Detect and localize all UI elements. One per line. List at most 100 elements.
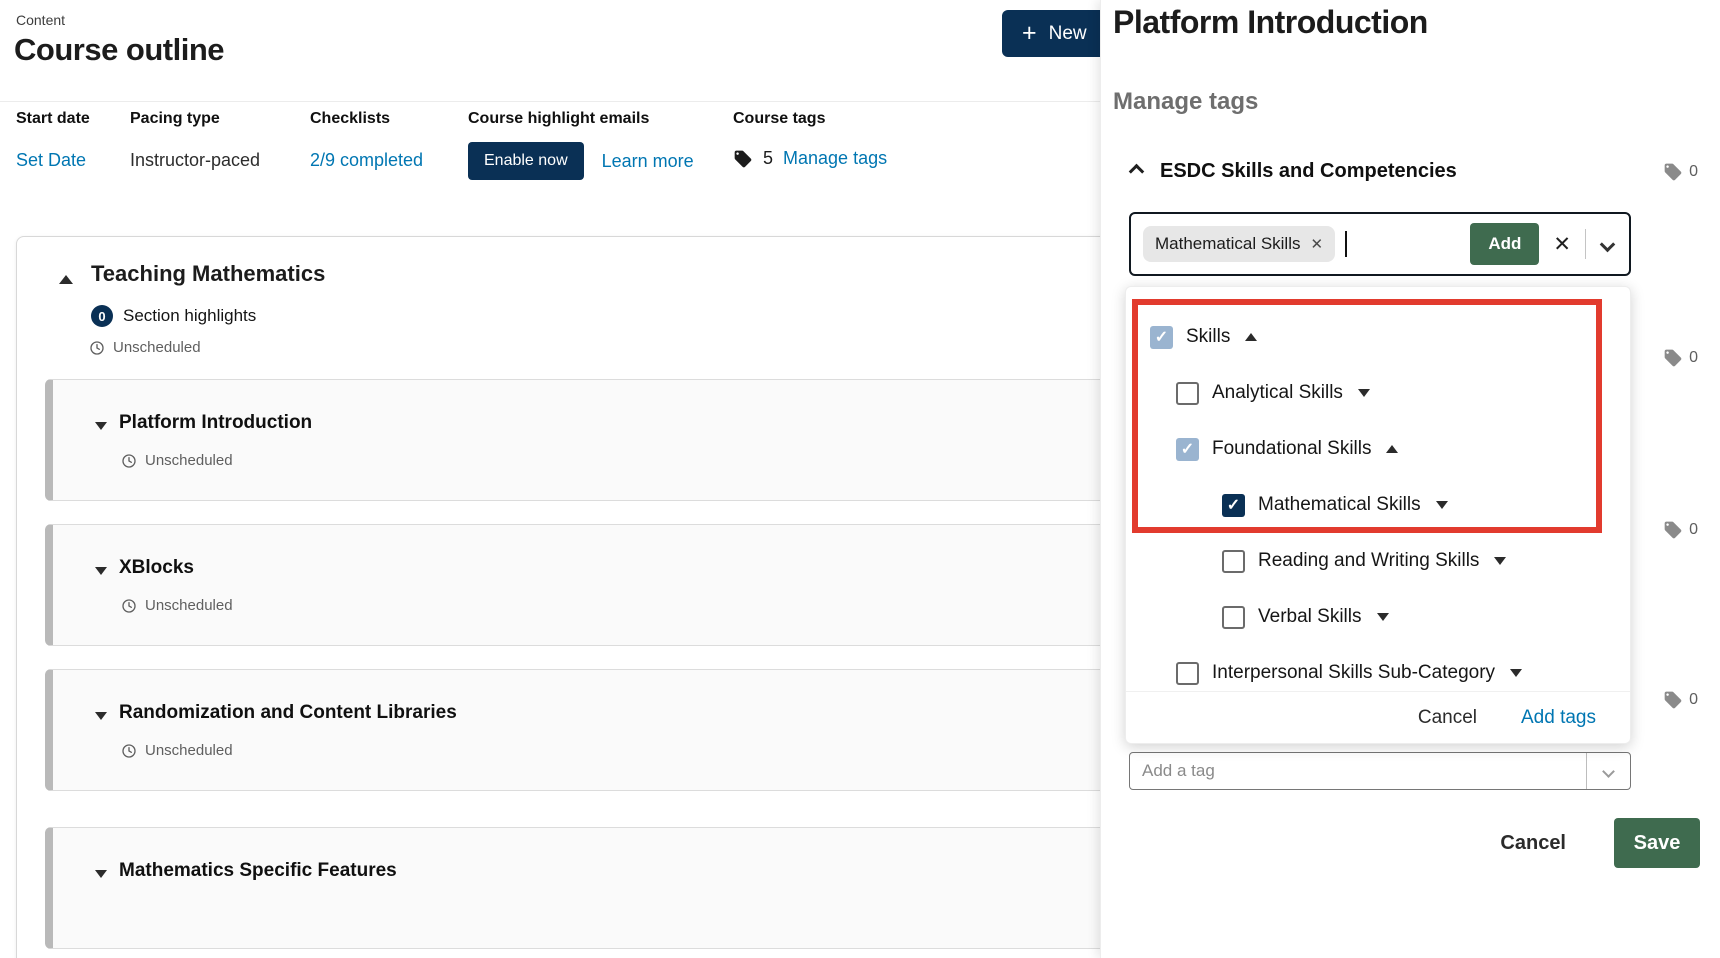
tag-count-value: 0: [1689, 691, 1698, 709]
add-a-tag-input[interactable]: [1130, 753, 1586, 789]
tag-option-label: Analytical Skills: [1212, 382, 1343, 404]
set-date-link[interactable]: Set Date: [16, 150, 86, 170]
subsection-card-xblocks[interactable]: XBlocks Unscheduled: [45, 524, 1145, 646]
tag-dropdown-panel: ✓ Skills Analytical Skills ✓ Foundationa…: [1125, 286, 1631, 744]
expand-caret-icon[interactable]: [1436, 501, 1448, 509]
tag-count-value: 0: [1689, 349, 1698, 367]
tag-option-analytical-skills[interactable]: Analytical Skills: [1126, 365, 1630, 421]
subsection-title: Mathematics Specific Features: [119, 860, 397, 882]
chip-remove-icon[interactable]: ✕: [1311, 235, 1324, 253]
drawer-subtitle: Manage tags: [1113, 88, 1258, 116]
tag-count-value: 0: [1689, 521, 1698, 539]
combobox-divider: [1585, 229, 1586, 259]
highlights-label: Section highlights: [123, 306, 256, 326]
course-tags-count: 5: [763, 148, 773, 169]
section-card: Teaching Mathematics 0 Section highlight…: [16, 236, 1156, 958]
clock-icon: [121, 453, 137, 469]
subsection-schedule-label: Unscheduled: [145, 742, 233, 759]
status-checklists: Checklists 2/9 completed: [310, 110, 423, 171]
breadcrumb-content: Content: [16, 12, 65, 28]
header-divider: [0, 101, 1110, 102]
subsection-expand-caret[interactable]: [95, 567, 107, 575]
status-highlight-emails: Course highlight emails Enable now Learn…: [468, 110, 694, 180]
manage-tags-drawer: Platform Introduction Manage tags ESDC S…: [1100, 0, 1720, 958]
drawer-cancel-button[interactable]: Cancel: [1500, 832, 1566, 855]
add-a-tag-combobox[interactable]: [1129, 752, 1631, 790]
subsection-schedule: Unscheduled: [121, 742, 233, 759]
tag-option-label: Mathematical Skills: [1258, 494, 1421, 516]
checkbox-unchecked[interactable]: [1222, 550, 1245, 573]
tag-option-reading-writing-skills[interactable]: Reading and Writing Skills: [1126, 533, 1630, 589]
enable-now-button[interactable]: Enable now: [468, 142, 584, 180]
subsection-schedule: Unscheduled: [121, 597, 233, 614]
subsection-expand-caret[interactable]: [95, 870, 107, 878]
dropdown-footer: Cancel Add tags: [1126, 691, 1630, 743]
status-course-tags: Course tags 5 Manage tags: [733, 110, 887, 169]
status-start-date: Start date Set Date: [16, 110, 90, 171]
clear-icon[interactable]: ✕: [1553, 232, 1571, 257]
page-title: Course outline: [14, 32, 224, 68]
checklists-label: Checklists: [310, 110, 423, 128]
course-tags-label: Course tags: [733, 110, 887, 128]
tag-icon: [1663, 520, 1683, 540]
checkbox-unchecked[interactable]: [1222, 606, 1245, 629]
subsection-card-math-features[interactable]: Mathematics Specific Features: [45, 827, 1145, 949]
dropdown-cancel-button[interactable]: Cancel: [1418, 707, 1477, 729]
tag-option-skills[interactable]: ✓ Skills: [1126, 309, 1630, 365]
expand-caret-icon[interactable]: [1358, 389, 1370, 397]
selected-tag-chip[interactable]: Mathematical Skills ✕: [1143, 226, 1335, 262]
section-collapse-caret[interactable]: [59, 275, 73, 284]
expand-caret-icon[interactable]: [1510, 669, 1522, 677]
tag-option-mathematical-skills[interactable]: ✓ Mathematical Skills: [1126, 477, 1630, 533]
tag-option-label: Reading and Writing Skills: [1258, 550, 1479, 572]
expand-caret-icon[interactable]: [1377, 613, 1389, 621]
clock-icon: [121, 598, 137, 614]
tag-option-label: Foundational Skills: [1212, 438, 1371, 460]
taxonomy-tag-count: 0: [1663, 348, 1698, 368]
subsection-expand-caret[interactable]: [95, 712, 107, 720]
tag-icon: [1663, 690, 1683, 710]
learn-more-link[interactable]: Learn more: [602, 151, 694, 172]
new-button-label: New: [1049, 23, 1087, 45]
taxonomy-header[interactable]: ESDC Skills and Competencies: [1131, 160, 1457, 183]
chip-label: Mathematical Skills: [1155, 234, 1301, 254]
checkbox-checked[interactable]: ✓: [1222, 494, 1245, 517]
chevron-down-icon[interactable]: [1600, 236, 1616, 252]
collapse-caret-icon[interactable]: [1386, 445, 1398, 453]
tag-option-foundational-skills[interactable]: ✓ Foundational Skills: [1126, 421, 1630, 477]
drawer-footer: Cancel Save: [1500, 818, 1700, 868]
expand-caret-icon[interactable]: [1494, 557, 1506, 565]
taxonomy-name: ESDC Skills and Competencies: [1160, 160, 1457, 183]
chevron-up-icon[interactable]: [1129, 164, 1145, 180]
section-schedule: Unscheduled: [89, 339, 201, 356]
checkbox-partial[interactable]: ✓: [1176, 438, 1199, 461]
tag-option-verbal-skills[interactable]: Verbal Skills: [1126, 589, 1630, 645]
subsection-title: Randomization and Content Libraries: [119, 702, 457, 724]
checklists-link[interactable]: 2/9 completed: [310, 150, 423, 170]
manage-tags-link[interactable]: Manage tags: [783, 148, 887, 169]
collapse-caret-icon[interactable]: [1245, 333, 1257, 341]
add-tag-button[interactable]: Add: [1470, 223, 1539, 265]
save-button[interactable]: Save: [1614, 818, 1700, 868]
subsection-schedule-label: Unscheduled: [145, 597, 233, 614]
subsection-expand-caret[interactable]: [95, 422, 107, 430]
tag-option-label: Interpersonal Skills Sub-Category: [1212, 662, 1495, 684]
section-schedule-label: Unscheduled: [113, 339, 201, 356]
section-highlights[interactable]: 0 Section highlights: [91, 305, 256, 327]
subsection-title: XBlocks: [119, 557, 194, 579]
add-a-tag-dropdown-button[interactable]: [1586, 753, 1630, 789]
chevron-down-icon: [1602, 765, 1615, 778]
subsection-schedule-label: Unscheduled: [145, 452, 233, 469]
subsection-card-platform-introduction[interactable]: Platform Introduction Unscheduled: [45, 379, 1145, 501]
section-title: Teaching Mathematics: [91, 261, 325, 287]
checkbox-partial[interactable]: ✓: [1150, 326, 1173, 349]
dropdown-add-tags-button[interactable]: Add tags: [1521, 707, 1596, 729]
text-cursor: [1345, 231, 1347, 257]
checkbox-unchecked[interactable]: [1176, 382, 1199, 405]
highlight-emails-label: Course highlight emails: [468, 110, 694, 128]
checkbox-unchecked[interactable]: [1176, 662, 1199, 685]
tag-combobox[interactable]: Mathematical Skills ✕ Add ✕: [1129, 212, 1631, 276]
tag-option-label: Verbal Skills: [1258, 606, 1362, 628]
subsection-card-randomization[interactable]: Randomization and Content Libraries Unsc…: [45, 669, 1145, 791]
status-pacing: Pacing type Instructor-paced: [130, 110, 260, 171]
